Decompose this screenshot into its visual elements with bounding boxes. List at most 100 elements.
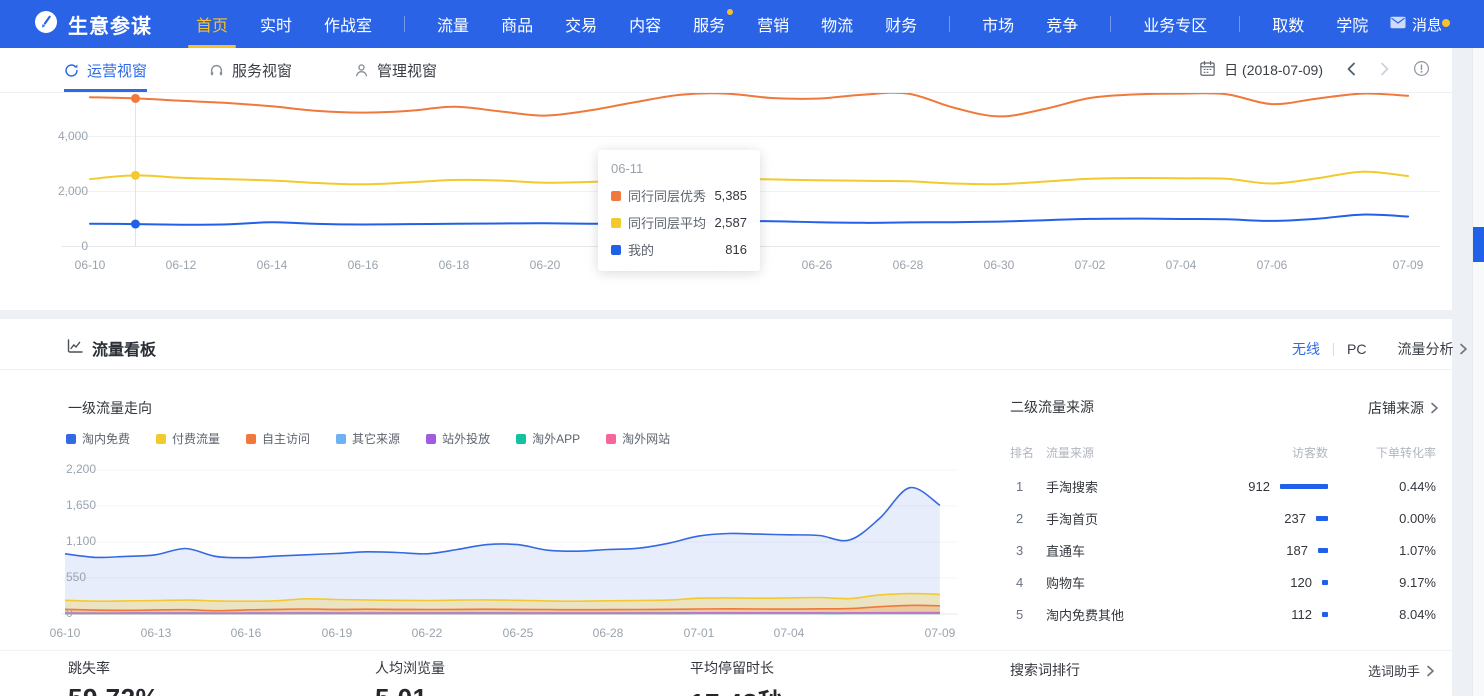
- legend-swatch: [606, 434, 616, 444]
- stat-block: 跳失率59.72%: [68, 658, 159, 696]
- divider: [1333, 343, 1334, 356]
- source-name-cell: 手淘首页: [1046, 509, 1196, 528]
- nav-divider: [949, 16, 950, 32]
- conversion-rate-cell: 8.04%: [1340, 607, 1436, 622]
- legend-item[interactable]: 淘外网站: [606, 430, 670, 447]
- legend-item[interactable]: 自主访问: [246, 430, 310, 447]
- shop-source-link[interactable]: 店铺来源: [1368, 398, 1439, 418]
- word-helper-link[interactable]: 选词助手: [1368, 661, 1435, 680]
- legend-swatch: [66, 434, 76, 444]
- stat-block: 人均浏览量5.01: [375, 658, 445, 696]
- scrollbar-track[interactable]: [1472, 48, 1484, 696]
- nav-item[interactable]: 作战室: [324, 0, 372, 48]
- tab-person[interactable]: 管理视窗: [354, 48, 437, 92]
- nav-item[interactable]: 首页: [196, 0, 228, 48]
- legend-item[interactable]: 淘内免费: [66, 430, 130, 447]
- nav-item[interactable]: 交易: [565, 0, 597, 48]
- nav-item[interactable]: 营销: [757, 0, 789, 48]
- app-title: 生意参谋: [68, 10, 152, 39]
- table-row[interactable]: 3直通车1871.07%: [1010, 534, 1436, 566]
- info-icon[interactable]: [1413, 60, 1430, 80]
- table-row[interactable]: 5淘内免费其他1128.04%: [1010, 598, 1436, 630]
- nav-item[interactable]: 业务专区: [1143, 0, 1207, 48]
- visitors-bar: [1280, 484, 1328, 489]
- scrollbar-thumb[interactable]: [1473, 227, 1484, 262]
- y-tick-label: 0: [66, 606, 73, 620]
- legend-item[interactable]: 付费流量: [156, 430, 220, 447]
- tooltip-row: 同行同层优秀 5,385: [611, 186, 747, 205]
- nav-item[interactable]: 商品: [501, 0, 533, 48]
- y-tick-label: 2,200: [66, 462, 96, 476]
- tab-sync[interactable]: 运营视窗: [64, 48, 147, 92]
- source-name-cell: 购物车: [1046, 573, 1196, 592]
- nav-item[interactable]: 实时: [260, 0, 292, 48]
- visitors-cell: 187: [1196, 543, 1340, 558]
- nav-item[interactable]: 物流: [821, 0, 853, 48]
- table-row[interactable]: 1手淘搜索9120.44%: [1010, 470, 1436, 502]
- x-tick-label: 06-13: [132, 626, 180, 640]
- hover-dot: [131, 94, 140, 103]
- nav-item[interactable]: 竞争: [1046, 0, 1078, 48]
- nav-item[interactable]: 学院: [1336, 0, 1368, 48]
- conversion-rate-cell: 9.17%: [1340, 575, 1436, 590]
- visitors-bar: [1318, 548, 1328, 553]
- page: 生意参谋 首页实时作战室 流量商品交易内容服务营销物流财务 市场竞争 业务专区 取数学院…: [0, 0, 1484, 696]
- nav-item[interactable]: 财务: [885, 0, 917, 48]
- legend-item[interactable]: 站外投放: [426, 430, 490, 447]
- source-table-title: 二级流量来源: [1010, 397, 1094, 417]
- hover-dot: [131, 171, 140, 180]
- toggle-pc[interactable]: PC: [1347, 341, 1366, 357]
- search-rank-title: 搜索词排行: [1010, 660, 1080, 680]
- table-row[interactable]: 4购物车1209.17%: [1010, 566, 1436, 598]
- source-table-body: 1手淘搜索9120.44%2手淘首页2370.00%3直通车1871.07%4购…: [1010, 470, 1436, 630]
- source-name-cell: 手淘搜索: [1046, 477, 1196, 496]
- nav-item[interactable]: 内容: [629, 0, 661, 48]
- y-tick-label: 4,000: [14, 129, 88, 143]
- table-row[interactable]: 2手淘首页2370.00%: [1010, 502, 1436, 534]
- y-tick-label: 1,100: [66, 534, 96, 548]
- prev-date-button[interactable]: [1345, 61, 1357, 80]
- visitors-cell: 112: [1196, 607, 1340, 622]
- series-swatch-average: [611, 218, 621, 228]
- x-tick-label: 07-06: [1248, 258, 1296, 272]
- hover-dot: [131, 220, 140, 229]
- visitors-value: 237: [1284, 511, 1306, 526]
- date-picker[interactable]: 日 (2018-07-09): [1199, 60, 1323, 80]
- x-tick-label: 06-12: [157, 258, 205, 272]
- legend-label: 站外投放: [442, 430, 490, 447]
- visitors-cell: 237: [1196, 511, 1340, 526]
- chart-tooltip: 06-11 同行同层优秀 5,385 同行同层平均 2,587 我的 816: [598, 150, 760, 271]
- x-tick-label: 06-26: [793, 258, 841, 272]
- column-header: 下单转化率: [1340, 444, 1436, 461]
- x-tick-label: 07-04: [1157, 258, 1205, 272]
- next-date-button[interactable]: [1379, 61, 1391, 80]
- source-name-cell: 直通车: [1046, 541, 1196, 560]
- divider: [0, 650, 1452, 651]
- chevron-right-icon: [1430, 402, 1439, 414]
- x-tick-label: 06-22: [403, 626, 451, 640]
- top-navbar: 生意参谋 首页实时作战室 流量商品交易内容服务营销物流财务 市场竞争 业务专区 取数学院…: [0, 0, 1484, 48]
- legend-label: 其它来源: [352, 430, 400, 447]
- nav-item[interactable]: 流量: [437, 0, 469, 48]
- board-controls: 无线 PC 流量分析: [1292, 339, 1468, 359]
- traffic-analysis-link[interactable]: 流量分析: [1397, 339, 1468, 359]
- date-picker-label: 日 (2018-07-09): [1224, 60, 1323, 80]
- nav-item[interactable]: 市场: [982, 0, 1014, 48]
- tab-headset[interactable]: 服务视窗: [209, 48, 292, 92]
- toggle-wireless[interactable]: 无线: [1292, 339, 1320, 359]
- person-icon: [354, 63, 369, 78]
- x-tick-label: 06-20: [521, 258, 569, 272]
- x-tick-label: 06-18: [430, 258, 478, 272]
- board-title: 流量看板: [92, 336, 156, 360]
- nav-item-messages[interactable]: 消息: [1390, 14, 1484, 35]
- nav-item[interactable]: 取数: [1272, 0, 1304, 48]
- x-tick-label: 07-09: [916, 626, 964, 640]
- brand[interactable]: 生意参谋: [0, 10, 152, 39]
- nav-item[interactable]: 服务: [693, 0, 725, 48]
- rank-cell: 4: [1010, 575, 1046, 590]
- legend-item[interactable]: 其它来源: [336, 430, 400, 447]
- legend-label: 淘外APP: [532, 430, 580, 447]
- x-tick-label: 06-16: [339, 258, 387, 272]
- legend-item[interactable]: 淘外APP: [516, 430, 580, 447]
- tooltip-row: 同行同层平均 2,587: [611, 213, 747, 232]
